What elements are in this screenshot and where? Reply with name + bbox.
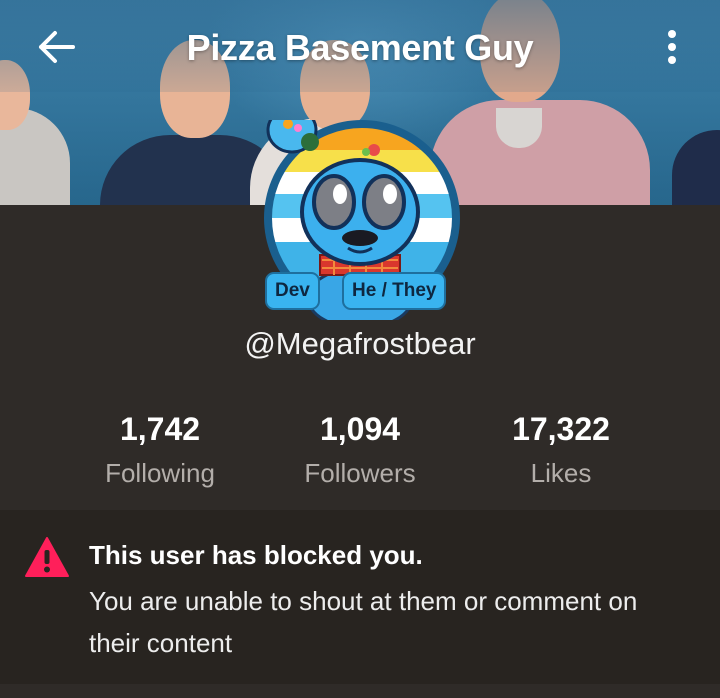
stat-following[interactable]: 1,742 Following <box>60 410 260 488</box>
stat-label: Followers <box>304 458 416 488</box>
notice-body: You are unable to shout at them or comme… <box>89 586 638 658</box>
badge-row: Dev He / They <box>265 272 455 310</box>
page-title: Pizza Basement Guy <box>186 27 534 68</box>
warning-triangle-icon <box>25 537 69 577</box>
stat-value: 17,322 <box>512 411 610 447</box>
pronoun-badge: He / They <box>342 272 447 310</box>
notice-title: This user has blocked you. <box>89 540 423 570</box>
stat-value: 1,094 <box>319 411 401 447</box>
more-vertical-icon <box>668 30 676 64</box>
stat-likes[interactable]: 17,322 Likes <box>461 410 661 488</box>
username: @Megafrostbear <box>244 326 476 361</box>
stat-value: 1,742 <box>119 411 201 447</box>
stat-label: Following <box>105 458 215 488</box>
stat-label: Likes <box>530 458 592 488</box>
role-badge: Dev <box>265 272 320 310</box>
more-options-button[interactable] <box>650 24 694 70</box>
stat-followers[interactable]: 1,094 Followers <box>260 410 460 488</box>
